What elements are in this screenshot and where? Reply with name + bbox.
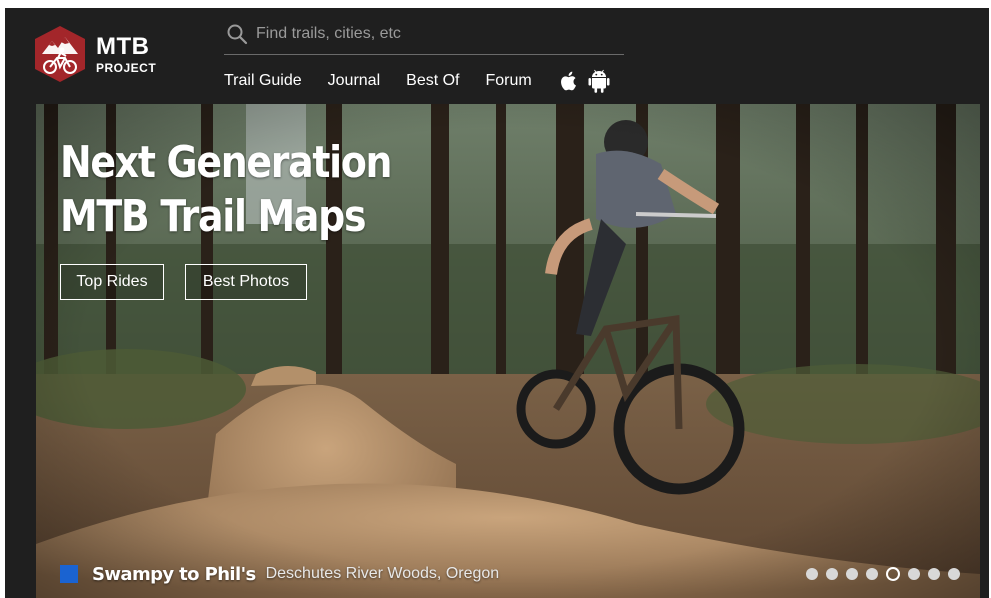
mtb-project-logo[interactable]: MTB PROJECT: [32, 24, 172, 84]
main-nav: Trail Guide Journal Best Of Forum: [224, 66, 618, 96]
best-photos-button[interactable]: Best Photos: [185, 264, 307, 300]
search-bar: [224, 14, 624, 55]
carousel-dot[interactable]: [886, 567, 900, 581]
logo-line-2: PROJECT: [96, 60, 157, 75]
hero-carousel[interactable]: Next Generation MTB Trail Maps Top Rides…: [36, 104, 980, 598]
search-icon[interactable]: [226, 23, 248, 45]
carousel-dot[interactable]: [866, 568, 878, 580]
caption-color-square: [60, 565, 78, 583]
nav-forum[interactable]: Forum: [486, 72, 532, 90]
headline-line-2: MTB Trail Maps: [60, 191, 366, 242]
logo-line-1: MTB: [96, 32, 150, 60]
search-input[interactable]: [256, 25, 624, 43]
carousel-dot[interactable]: [948, 568, 960, 580]
android-icon[interactable]: [588, 69, 610, 93]
site-header-frame: MTB PROJECT Trail Guide Journal Best Of …: [5, 8, 989, 598]
headline-line-1: Next Generation: [60, 137, 392, 188]
nav-journal[interactable]: Journal: [328, 72, 380, 90]
caption-trail-name[interactable]: Swampy to Phil's: [92, 564, 256, 585]
carousel-dot[interactable]: [806, 568, 818, 580]
carousel-dot[interactable]: [908, 568, 920, 580]
nav-best-of[interactable]: Best Of: [406, 72, 459, 90]
caption-location: Deschutes River Woods, Oregon: [265, 565, 500, 582]
top-rides-button[interactable]: Top Rides: [60, 264, 164, 300]
carousel-dot[interactable]: [928, 568, 940, 580]
carousel-dot[interactable]: [826, 568, 838, 580]
carousel-dot[interactable]: [846, 568, 858, 580]
apple-icon[interactable]: [558, 69, 580, 93]
logo-wordmark: MTB PROJECT: [96, 32, 157, 75]
hero-headline: Next Generation MTB Trail Maps: [60, 136, 392, 244]
carousel-dots: [798, 567, 960, 581]
photo-caption: Swampy to Phil's Deschutes River Woods, …: [60, 560, 499, 588]
nav-trail-guide[interactable]: Trail Guide: [224, 72, 302, 90]
mtb-logo-icon: [35, 26, 85, 82]
